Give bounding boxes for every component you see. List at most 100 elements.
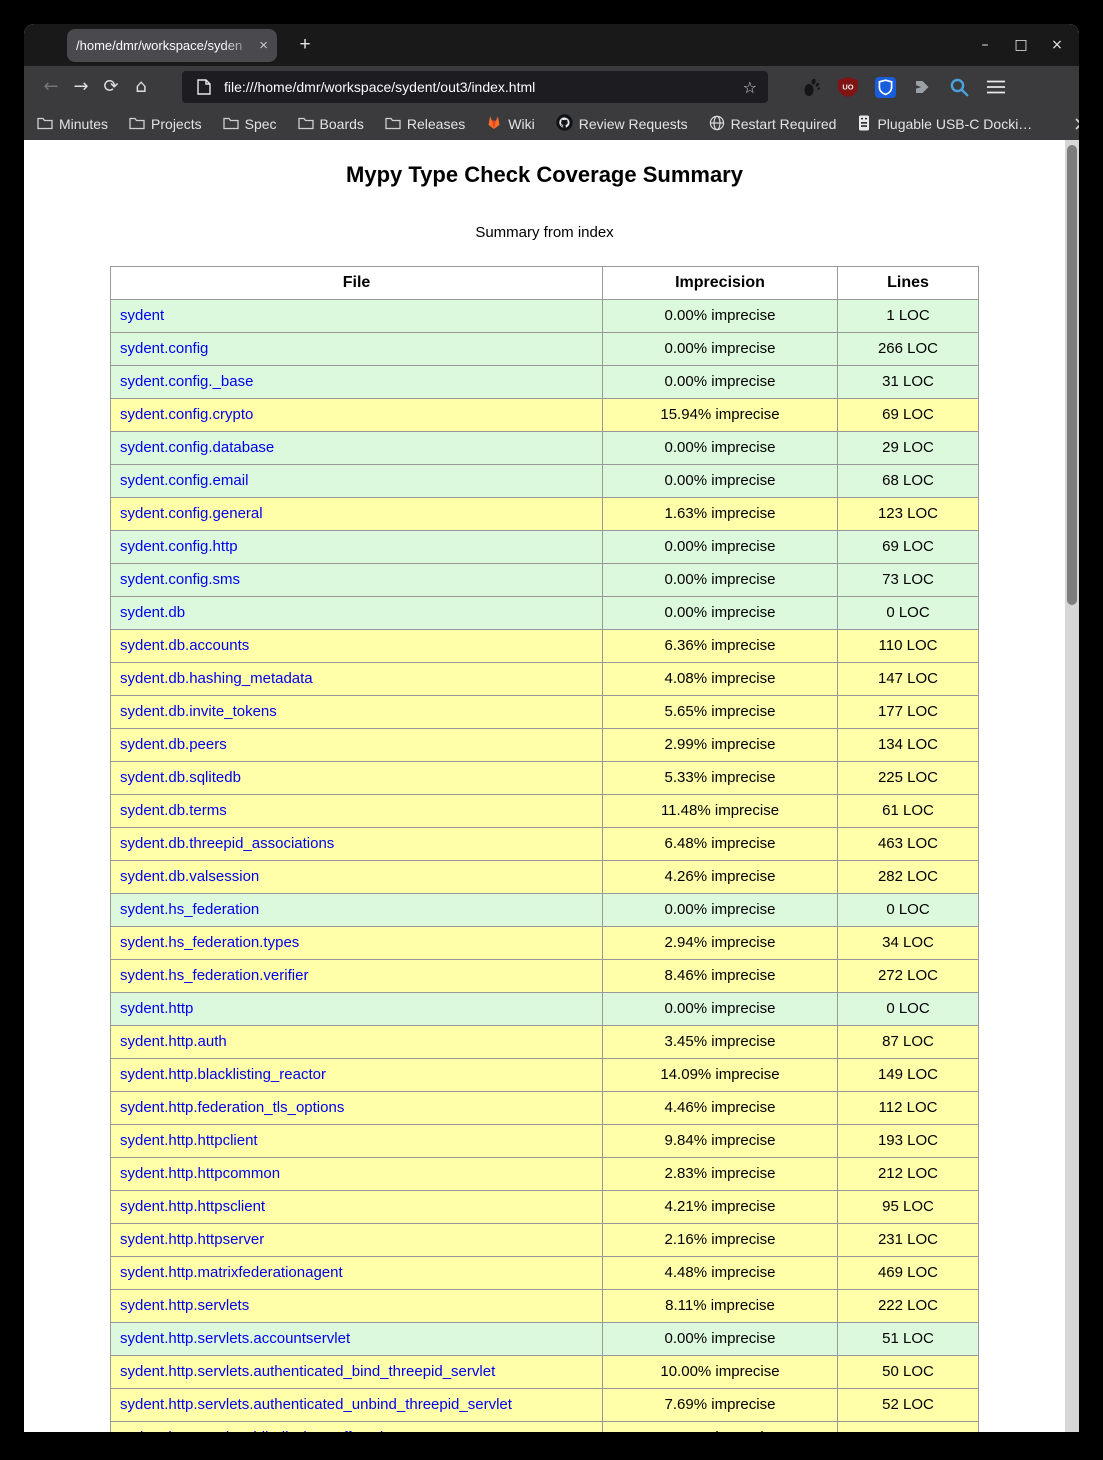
file-link[interactable]: sydent.http.servlets.authenticated_bind_… (120, 1363, 495, 1380)
file-link[interactable]: sydent.config (120, 340, 208, 357)
imprecision-cell: 0.00% imprecise (603, 432, 838, 465)
folder-icon (385, 116, 401, 133)
file-link[interactable]: sydent.http.matrixfederationagent (120, 1264, 343, 1281)
bookmark-item[interactable]: Review Requests (556, 114, 688, 134)
title-bar: /home/dmr/workspace/syden × + – □ × (24, 24, 1079, 66)
imprecision-cell: 4.46% imprecise (603, 1092, 838, 1125)
file-link[interactable]: sydent.http.servlets.blindlysignstuffser… (120, 1429, 396, 1432)
table-row: sydent.config.crypto 15.94% imprecise 69… (111, 399, 979, 432)
file-link[interactable]: sydent (120, 307, 164, 324)
column-header-imprecision: Imprecision (603, 267, 838, 300)
file-link[interactable]: sydent.db (120, 604, 185, 621)
page-title: Mypy Type Check Coverage Summary (24, 162, 1065, 188)
lines-cell: 272 LOC (838, 960, 979, 993)
file-link[interactable]: sydent.http.httpclient (120, 1132, 258, 1149)
lines-cell: 0 LOC (838, 894, 979, 927)
file-link[interactable]: sydent.config.email (120, 472, 248, 489)
file-link[interactable]: sydent.http.servlets.authenticated_unbin… (120, 1396, 512, 1413)
reload-icon[interactable]: ⟳ (96, 72, 126, 102)
new-tab-button[interactable]: + (292, 32, 318, 58)
file-link[interactable]: sydent.config.sms (120, 571, 240, 588)
imprecision-cell: 0.00% imprecise (603, 1323, 838, 1356)
table-row: sydent.http.httpclient 9.84% imprecise 1… (111, 1125, 979, 1158)
lines-cell: 282 LOC (838, 861, 979, 894)
bookmark-item[interactable]: Wiki (486, 115, 534, 133)
file-link[interactable]: sydent.http.httpcommon (120, 1165, 280, 1182)
bookmarks-overflow-icon[interactable] (1074, 113, 1079, 135)
bookmark-item[interactable]: Restart Required (709, 115, 837, 134)
gitlab-icon (486, 115, 502, 133)
file-link[interactable]: sydent.db.threepid_associations (120, 835, 334, 852)
table-row: sydent.config.general 1.63% imprecise 12… (111, 498, 979, 531)
imprecision-cell: 0.00% imprecise (603, 465, 838, 498)
file-link[interactable]: sydent.hs_federation.types (120, 934, 299, 951)
imprecision-cell: 0.00% imprecise (603, 993, 838, 1026)
imprecision-cell: 4.26% imprecise (603, 861, 838, 894)
lines-cell: 1 LOC (838, 300, 979, 333)
maximize-button[interactable]: □ (1013, 37, 1029, 53)
bookmark-label: Projects (151, 116, 202, 132)
file-link[interactable]: sydent.config.crypto (120, 406, 253, 423)
lines-cell: 69 LOC (838, 531, 979, 564)
file-link[interactable]: sydent.http.auth (120, 1033, 227, 1050)
gnome-foot-icon[interactable] (800, 76, 822, 98)
imprecision-cell: 11.48% imprecise (603, 795, 838, 828)
file-link[interactable]: sydent.config.http (120, 538, 238, 555)
lines-cell: 212 LOC (838, 1158, 979, 1191)
file-link[interactable]: sydent.config._base (120, 373, 253, 390)
home-icon[interactable]: ⌂ (126, 72, 156, 102)
bookmark-star-icon[interactable]: ☆ (743, 78, 757, 97)
file-link[interactable]: sydent.hs_federation (120, 901, 259, 918)
menu-icon[interactable] (985, 76, 1007, 98)
table-row: sydent.db.valsession 4.26% imprecise 282… (111, 861, 979, 894)
file-link[interactable]: sydent.http.httpsclient (120, 1198, 265, 1215)
bookmark-item[interactable]: Releases (385, 116, 465, 133)
bitwarden-icon[interactable] (874, 76, 896, 98)
imprecision-cell: 0.00% imprecise (603, 894, 838, 927)
url-bar[interactable]: file:///home/dmr/workspace/sydent/out3/i… (182, 71, 768, 103)
file-link[interactable]: sydent.db.terms (120, 802, 227, 819)
tab-title: /home/dmr/workspace/syden (76, 38, 255, 53)
tab-close-icon[interactable]: × (259, 37, 268, 54)
lines-cell: 69 LOC (838, 399, 979, 432)
search-icon[interactable] (948, 76, 970, 98)
scrollbar-thumb[interactable] (1067, 145, 1077, 605)
bookmark-item[interactable]: Boards (298, 116, 364, 133)
file-link[interactable]: sydent.http.servlets.accountservlet (120, 1330, 350, 1347)
file-link[interactable]: sydent.db.invite_tokens (120, 703, 277, 720)
minimize-button[interactable]: – (977, 37, 993, 53)
file-link[interactable]: sydent.http.servlets (120, 1297, 249, 1314)
file-link[interactable]: sydent.db.hashing_metadata (120, 670, 313, 687)
file-link[interactable]: sydent.http.blacklisting_reactor (120, 1066, 326, 1083)
lines-cell: 222 LOC (838, 1290, 979, 1323)
back-icon[interactable]: ← (36, 72, 66, 102)
file-link[interactable]: sydent.config.database (120, 439, 274, 456)
file-link[interactable]: sydent.db.peers (120, 736, 227, 753)
file-link[interactable]: sydent.http.federation_tls_options (120, 1099, 344, 1116)
vertical-scrollbar[interactable] (1065, 140, 1079, 1432)
plasma-integration-icon[interactable] (911, 76, 933, 98)
forward-icon[interactable]: → (66, 72, 96, 102)
file-link[interactable]: sydent.hs_federation.verifier (120, 967, 308, 984)
imprecision-cell: 4.48% imprecise (603, 1257, 838, 1290)
table-row: sydent.hs_federation.verifier 8.46% impr… (111, 960, 979, 993)
lines-cell: 68 LOC (838, 465, 979, 498)
file-link[interactable]: sydent.http (120, 1000, 193, 1017)
bookmark-item[interactable]: Plugable USB-C Docki… (857, 115, 1032, 134)
table-row: sydent.http 0.00% imprecise 0 LOC (111, 993, 979, 1026)
bookmark-item[interactable]: Projects (129, 116, 202, 133)
bookmark-item[interactable]: Minutes (37, 116, 108, 133)
ublock-origin-icon[interactable]: UO (837, 76, 859, 98)
close-button[interactable]: × (1049, 37, 1065, 53)
file-link[interactable]: sydent.db.sqlitedb (120, 769, 241, 786)
file-link[interactable]: sydent.db.accounts (120, 637, 249, 654)
browser-tab[interactable]: /home/dmr/workspace/syden × (67, 29, 277, 62)
file-link[interactable]: sydent.http.httpserver (120, 1231, 264, 1248)
github-icon (556, 114, 573, 134)
bookmark-label: Boards (320, 116, 364, 132)
bookmark-item[interactable]: Spec (223, 116, 277, 133)
file-link[interactable]: sydent.config.general (120, 505, 263, 522)
extension-toolbar: UO (800, 76, 1007, 98)
column-header-file: File (111, 267, 603, 300)
file-link[interactable]: sydent.db.valsession (120, 868, 259, 885)
